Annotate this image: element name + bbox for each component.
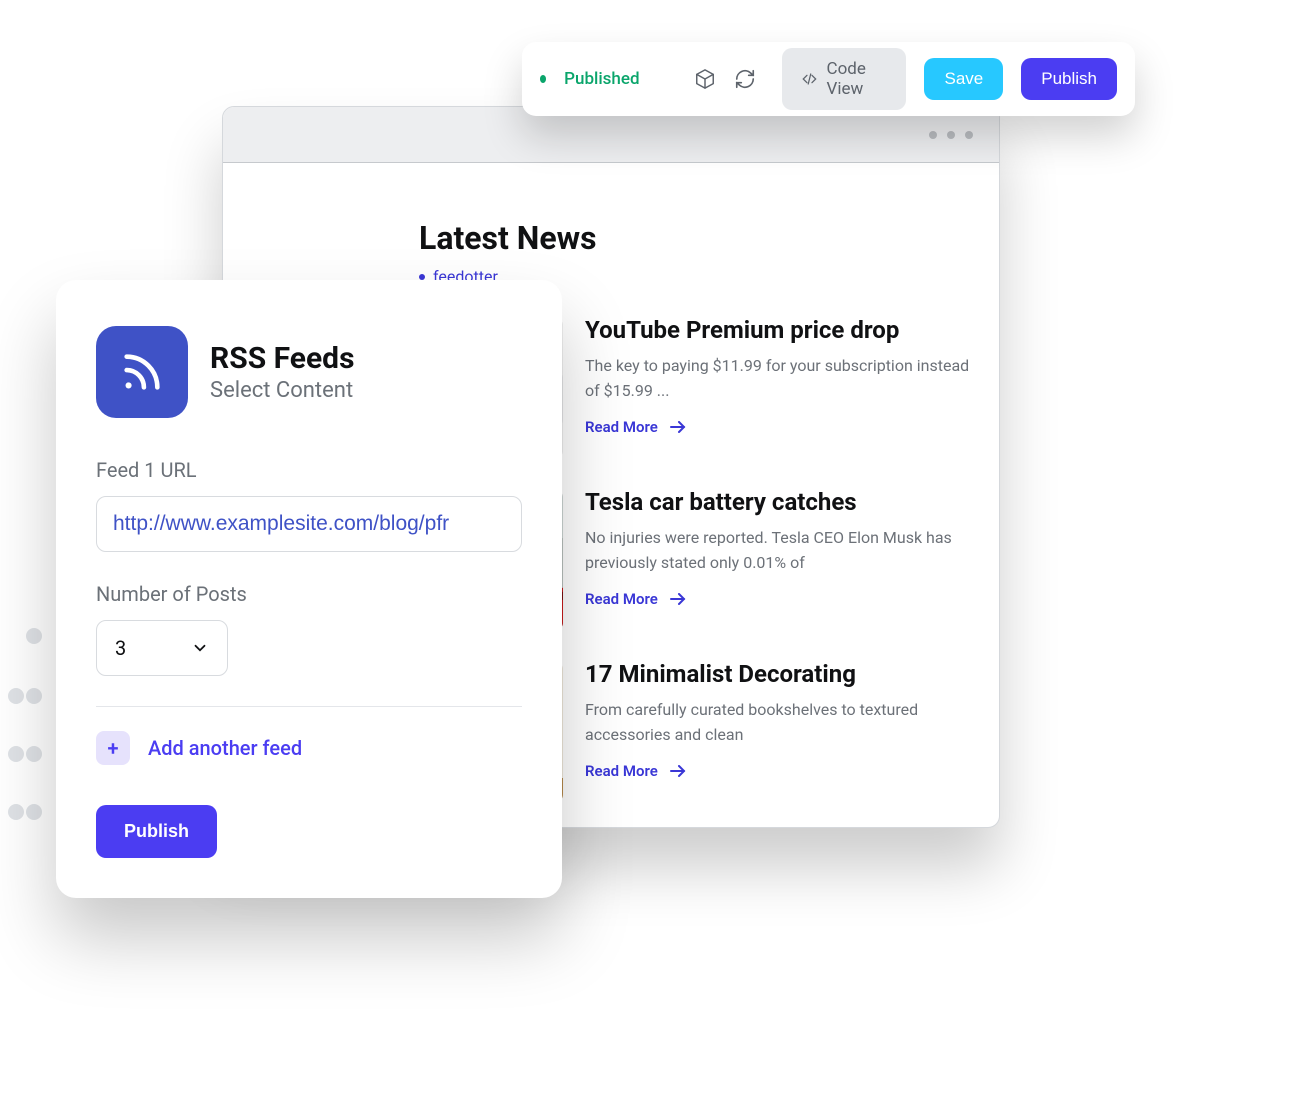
publish-button-toolbar[interactable]: Publish	[1021, 58, 1117, 100]
arrow-right-icon	[670, 593, 686, 605]
news-title: 17 Minimalist Decorating	[585, 660, 979, 688]
add-feed-label: Add another feed	[148, 736, 302, 760]
status-dot-icon	[540, 75, 546, 83]
news-title: Tesla car battery catches	[585, 488, 979, 516]
bullet-icon	[419, 274, 425, 280]
num-posts-label: Number of Posts	[96, 582, 522, 606]
arrow-right-icon	[670, 765, 686, 777]
editor-toolbar: Published Code View Save Publish	[522, 42, 1135, 116]
package-icon[interactable]	[694, 66, 716, 92]
num-posts-value: 3	[115, 636, 126, 660]
code-view-button[interactable]: Code View	[782, 48, 907, 110]
feed-url-label: Feed 1 URL	[96, 458, 522, 482]
news-excerpt: No injuries were reported. Tesla CEO Elo…	[585, 526, 979, 576]
decorative-dot	[26, 804, 42, 820]
num-posts-select[interactable]: 3	[96, 620, 228, 676]
add-another-feed-button[interactable]: + Add another feed	[96, 731, 522, 765]
window-control-dot	[929, 131, 937, 139]
panel-subtitle: Select Content	[210, 378, 354, 403]
decorative-dot	[26, 688, 42, 704]
read-more-label: Read More	[585, 762, 658, 780]
chevron-down-icon	[191, 639, 209, 657]
rss-icon	[96, 326, 188, 418]
feed-url-input[interactable]	[96, 496, 522, 552]
code-view-label: Code View	[827, 59, 887, 99]
rss-feeds-panel: RSS Feeds Select Content Feed 1 URL Numb…	[56, 280, 562, 898]
decorative-dot	[8, 804, 24, 820]
news-excerpt: From carefully curated bookshelves to te…	[585, 698, 979, 748]
status-text: Published	[564, 69, 639, 89]
publish-button-panel[interactable]: Publish	[96, 805, 217, 858]
window-control-dot	[965, 131, 973, 139]
read-more-label: Read More	[585, 590, 658, 608]
read-more-label: Read More	[585, 418, 658, 436]
decorative-dot	[26, 746, 42, 762]
divider	[96, 706, 522, 707]
plus-icon: +	[96, 731, 130, 765]
arrow-right-icon	[670, 421, 686, 433]
window-control-dot	[947, 131, 955, 139]
read-more-link[interactable]: Read More	[585, 418, 979, 436]
section-title: Latest News	[419, 219, 999, 257]
code-icon	[802, 69, 817, 89]
save-button[interactable]: Save	[924, 58, 1003, 100]
panel-title: RSS Feeds	[210, 341, 354, 376]
refresh-icon[interactable]	[734, 66, 756, 92]
read-more-link[interactable]: Read More	[585, 762, 979, 780]
decorative-dot	[8, 688, 24, 704]
news-title: YouTube Premium price drop	[585, 316, 979, 344]
decorative-dot	[8, 746, 24, 762]
decorative-dot	[26, 628, 42, 644]
read-more-link[interactable]: Read More	[585, 590, 979, 608]
news-excerpt: The key to paying $11.99 for your subscr…	[585, 354, 979, 404]
